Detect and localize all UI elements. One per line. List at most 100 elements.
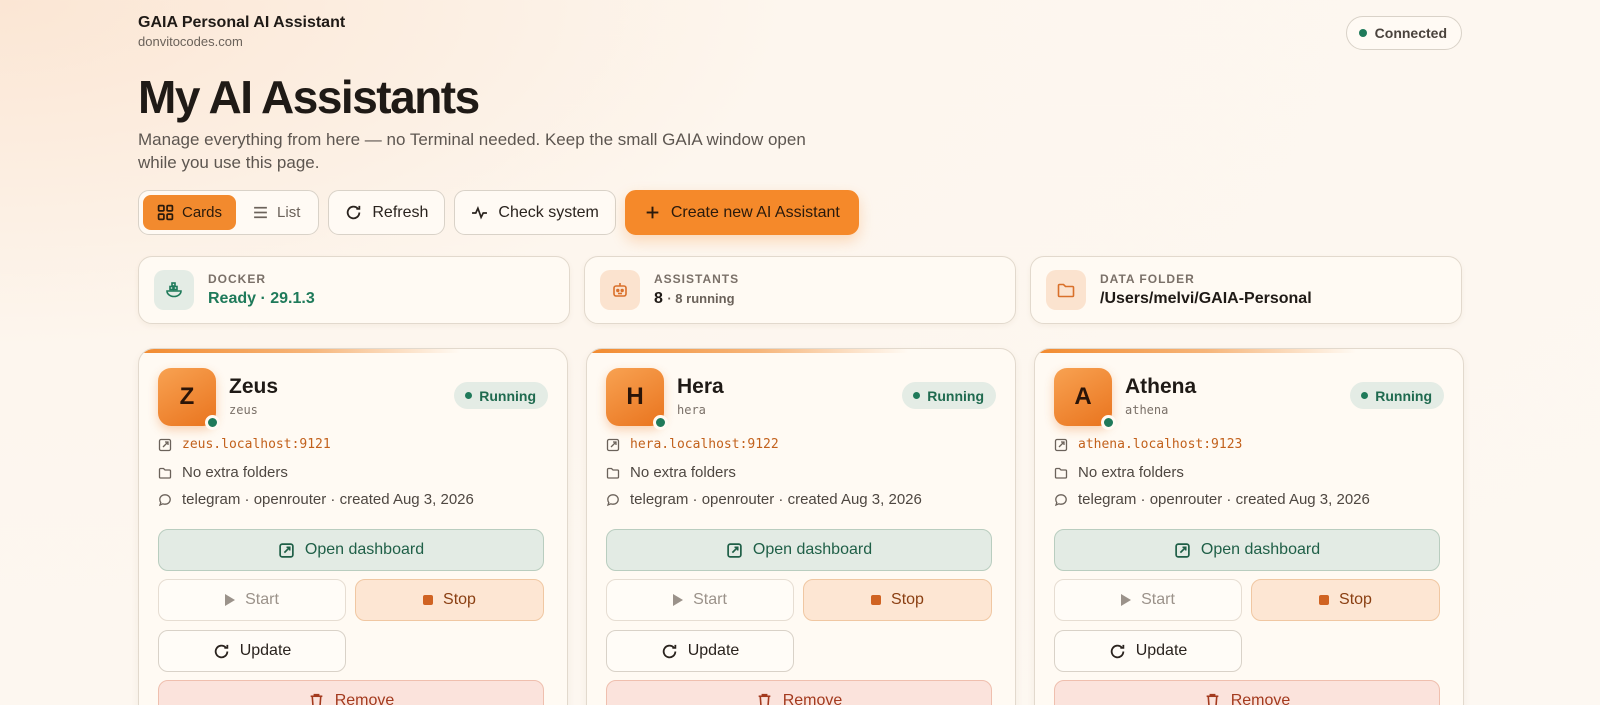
chat-bubble-icon — [1054, 493, 1068, 507]
assistant-name: Hera — [677, 375, 724, 398]
status-badge: Running — [902, 382, 996, 409]
assistant-folders: No extra folders — [1054, 464, 1184, 481]
remove-button[interactable]: Remove — [1054, 680, 1440, 705]
trash-icon — [756, 692, 773, 705]
external-link-icon — [606, 438, 620, 452]
folder-icon — [1046, 270, 1086, 310]
list-icon — [252, 204, 269, 221]
connection-status-badge: Connected — [1345, 16, 1462, 50]
remove-label: Remove — [334, 692, 395, 705]
external-link-icon — [278, 542, 295, 559]
external-link-icon — [158, 438, 172, 452]
stop-icon — [423, 595, 434, 605]
status-label: Running — [1375, 387, 1432, 404]
refresh-icon — [213, 643, 230, 660]
assistant-card-zeus: Z Zeus zeus Running zeus.localhost:9121 … — [138, 348, 568, 705]
refresh-icon — [345, 204, 362, 221]
status-badge: Running — [454, 382, 548, 409]
update-button[interactable]: Update — [1054, 630, 1242, 672]
check-system-label: Check system — [498, 203, 599, 221]
activity-icon — [471, 204, 488, 221]
open-dashboard-label: Open dashboard — [1200, 541, 1321, 558]
stop-button[interactable]: Stop — [355, 579, 544, 621]
refresh-button[interactable]: Refresh — [328, 190, 446, 235]
page-root: GAIA Personal AI Assistant donvitocodes.… — [138, 0, 1464, 705]
play-icon — [1121, 594, 1132, 606]
assistant-card-hera: H Hera hera Running hera.localhost:9122 … — [586, 348, 1016, 705]
stats-row: DOCKER Ready · 29.1.3 ASSISTANTS 8 · 8 r… — [138, 256, 1462, 324]
start-button[interactable]: Start — [606, 579, 794, 621]
assistants-count: 8 — [654, 290, 663, 307]
view-cards-label: Cards — [182, 204, 223, 221]
trash-icon — [1204, 692, 1221, 705]
update-label: Update — [239, 642, 292, 659]
channel-label: telegram · openrouter · created Aug 3, 2… — [630, 491, 922, 508]
data-folder-stat-label: DATA FOLDER — [1100, 272, 1195, 286]
assistant-url: hera.localhost:9122 — [630, 437, 779, 452]
assistant-slug: hera — [677, 403, 706, 417]
folder-icon — [1054, 466, 1068, 480]
trash-icon — [308, 692, 325, 705]
remove-button[interactable]: Remove — [158, 680, 544, 705]
online-dot-icon — [1101, 415, 1116, 430]
folder-icon — [606, 466, 620, 480]
online-dot-icon — [653, 415, 668, 430]
assistant-url-link[interactable]: zeus.localhost:9121 — [158, 437, 331, 452]
app-title: GAIA Personal AI Assistant — [138, 14, 346, 31]
open-dashboard-button[interactable]: Open dashboard — [158, 529, 544, 571]
remove-button[interactable]: Remove — [606, 680, 992, 705]
external-link-icon — [1174, 542, 1191, 559]
open-dashboard-button[interactable]: Open dashboard — [606, 529, 992, 571]
check-system-button[interactable]: Check system — [454, 190, 616, 235]
remove-label: Remove — [782, 692, 843, 705]
status-dot-icon — [1358, 29, 1367, 37]
online-dot-icon — [205, 415, 220, 430]
remove-label: Remove — [1230, 692, 1291, 705]
toolbar: Cards List Refresh Check system Create n… — [138, 190, 859, 235]
view-list-label: List — [277, 204, 301, 221]
view-cards-button[interactable]: Cards — [143, 195, 237, 230]
update-button[interactable]: Update — [158, 630, 346, 672]
open-dashboard-label: Open dashboard — [304, 541, 425, 558]
update-button[interactable]: Update — [606, 630, 794, 672]
assistant-url: zeus.localhost:9121 — [182, 437, 331, 452]
plus-icon — [644, 204, 661, 221]
chat-bubble-icon — [158, 493, 172, 507]
status-label: Running — [927, 387, 984, 404]
status-dot-icon — [465, 392, 473, 399]
stop-label: Stop — [1339, 591, 1372, 608]
start-label: Start — [1141, 591, 1175, 608]
create-assistant-button[interactable]: Create new AI Assistant — [624, 190, 859, 235]
avatar: Z — [158, 368, 220, 430]
assistants-running-count: · 8 running — [667, 291, 735, 306]
avatar-initial: H — [626, 383, 644, 410]
assistant-card-athena: A Athena athena Running athena.localhost… — [1034, 348, 1464, 705]
page-intro: Manage everything from here — no Termina… — [138, 130, 806, 172]
assistants-stat-card: ASSISTANTS 8 · 8 running — [584, 256, 1016, 324]
view-list-button[interactable]: List — [238, 195, 314, 230]
assistant-url-link[interactable]: hera.localhost:9122 — [606, 437, 779, 452]
assistant-cards: Z Zeus zeus Running zeus.localhost:9121 … — [138, 348, 1464, 705]
assistant-slug: zeus — [229, 403, 258, 417]
grid-icon — [157, 204, 174, 221]
assistant-channel-info: telegram · openrouter · created Aug 3, 2… — [606, 491, 922, 508]
open-dashboard-button[interactable]: Open dashboard — [1054, 529, 1440, 571]
start-button[interactable]: Start — [158, 579, 346, 621]
folders-label: No extra folders — [182, 464, 288, 481]
status-dot-icon — [1361, 392, 1369, 399]
assistant-slug: athena — [1125, 403, 1169, 417]
stop-button[interactable]: Stop — [803, 579, 992, 621]
stop-button[interactable]: Stop — [1251, 579, 1440, 621]
channel-label: telegram · openrouter · created Aug 3, 2… — [182, 491, 474, 508]
page-title: My AI Assistants — [138, 71, 480, 123]
docker-whale-icon — [154, 270, 194, 310]
view-toggle: Cards List — [138, 190, 320, 235]
assistant-channel-info: telegram · openrouter · created Aug 3, 2… — [1054, 491, 1370, 508]
start-button[interactable]: Start — [1054, 579, 1242, 621]
assistant-url: athena.localhost:9123 — [1078, 437, 1243, 452]
avatar-initial: A — [1074, 383, 1092, 410]
assistant-name: Athena — [1125, 375, 1197, 398]
assistant-url-link[interactable]: athena.localhost:9123 — [1054, 437, 1242, 452]
docker-stat-value: Ready · 29.1.3 — [208, 290, 315, 307]
stop-label: Stop — [891, 591, 924, 608]
